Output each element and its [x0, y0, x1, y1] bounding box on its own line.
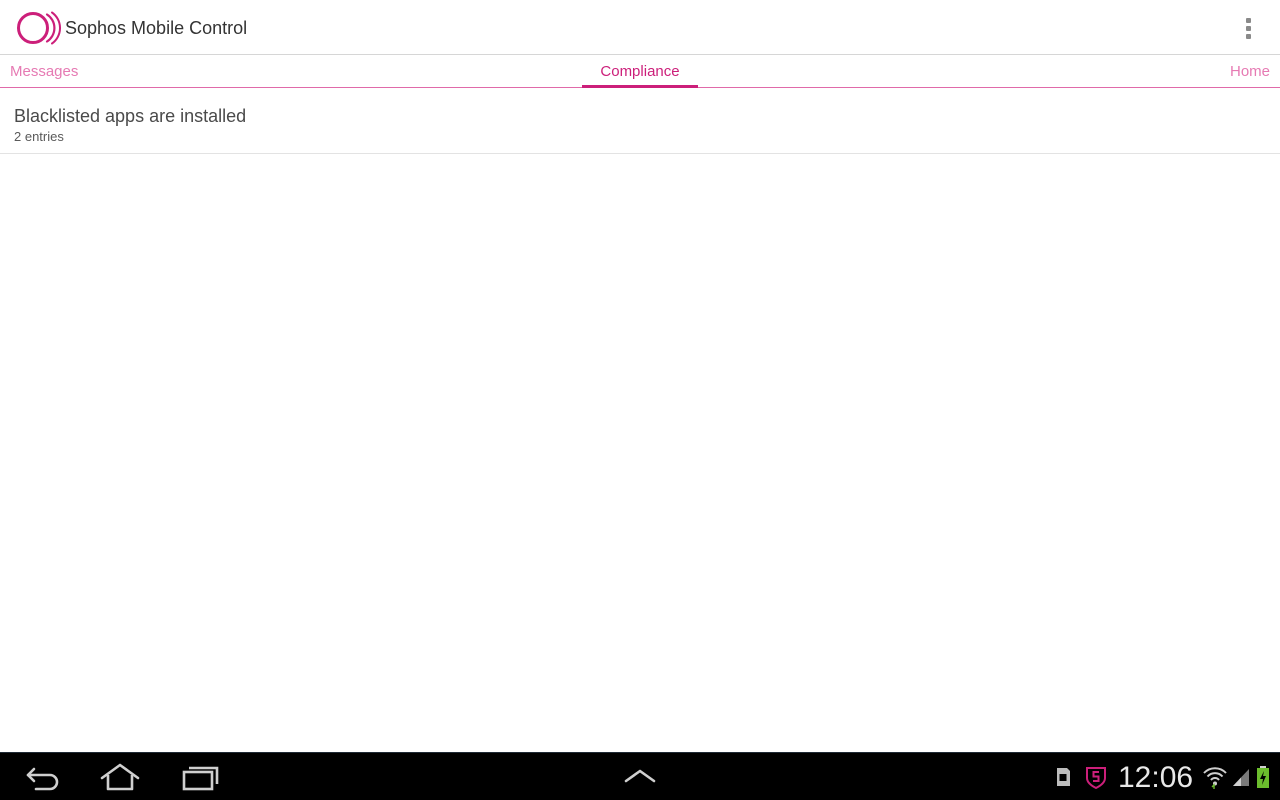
tab-compliance-label: Compliance: [600, 63, 680, 80]
overflow-menu-icon[interactable]: [1232, 10, 1264, 46]
app-title: Sophos Mobile Control: [65, 18, 248, 38]
tab-home[interactable]: Home: [1230, 56, 1270, 87]
sophos-shield-icon: [1086, 767, 1106, 789]
signal-icon: [1233, 769, 1249, 786]
compliance-list: Blacklisted apps are installed 2 entries: [0, 88, 1280, 752]
chevron-up-icon[interactable]: [620, 759, 660, 795]
battery-charging-icon: [1257, 766, 1269, 788]
recent-apps-icon[interactable]: [178, 759, 222, 795]
sophos-logo-icon: [17, 11, 61, 45]
tab-strip: Messages Compliance Home: [0, 56, 1280, 88]
wifi-icon: [1203, 767, 1227, 789]
app-window: Sophos Mobile Control Messages Complianc…: [0, 0, 1280, 800]
home-icon[interactable]: [98, 759, 142, 795]
overflow-dot: [1245, 25, 1251, 31]
sd-card-icon: [1057, 768, 1070, 786]
tab-compliance[interactable]: Compliance: [582, 56, 698, 88]
back-icon[interactable]: [20, 759, 64, 795]
overflow-dot: [1245, 33, 1251, 39]
list-item[interactable]: Blacklisted apps are installed 2 entries: [0, 88, 1280, 154]
action-bar: Sophos Mobile Control: [0, 0, 1280, 55]
overflow-dot: [1245, 17, 1251, 23]
list-item-title: Blacklisted apps are installed: [14, 106, 247, 126]
list-item-subtitle: 2 entries: [14, 129, 64, 144]
status-clock: 12:06: [1118, 761, 1194, 794]
tab-messages[interactable]: Messages: [10, 56, 78, 87]
system-navigation-bar: 12:06: [0, 752, 1280, 800]
